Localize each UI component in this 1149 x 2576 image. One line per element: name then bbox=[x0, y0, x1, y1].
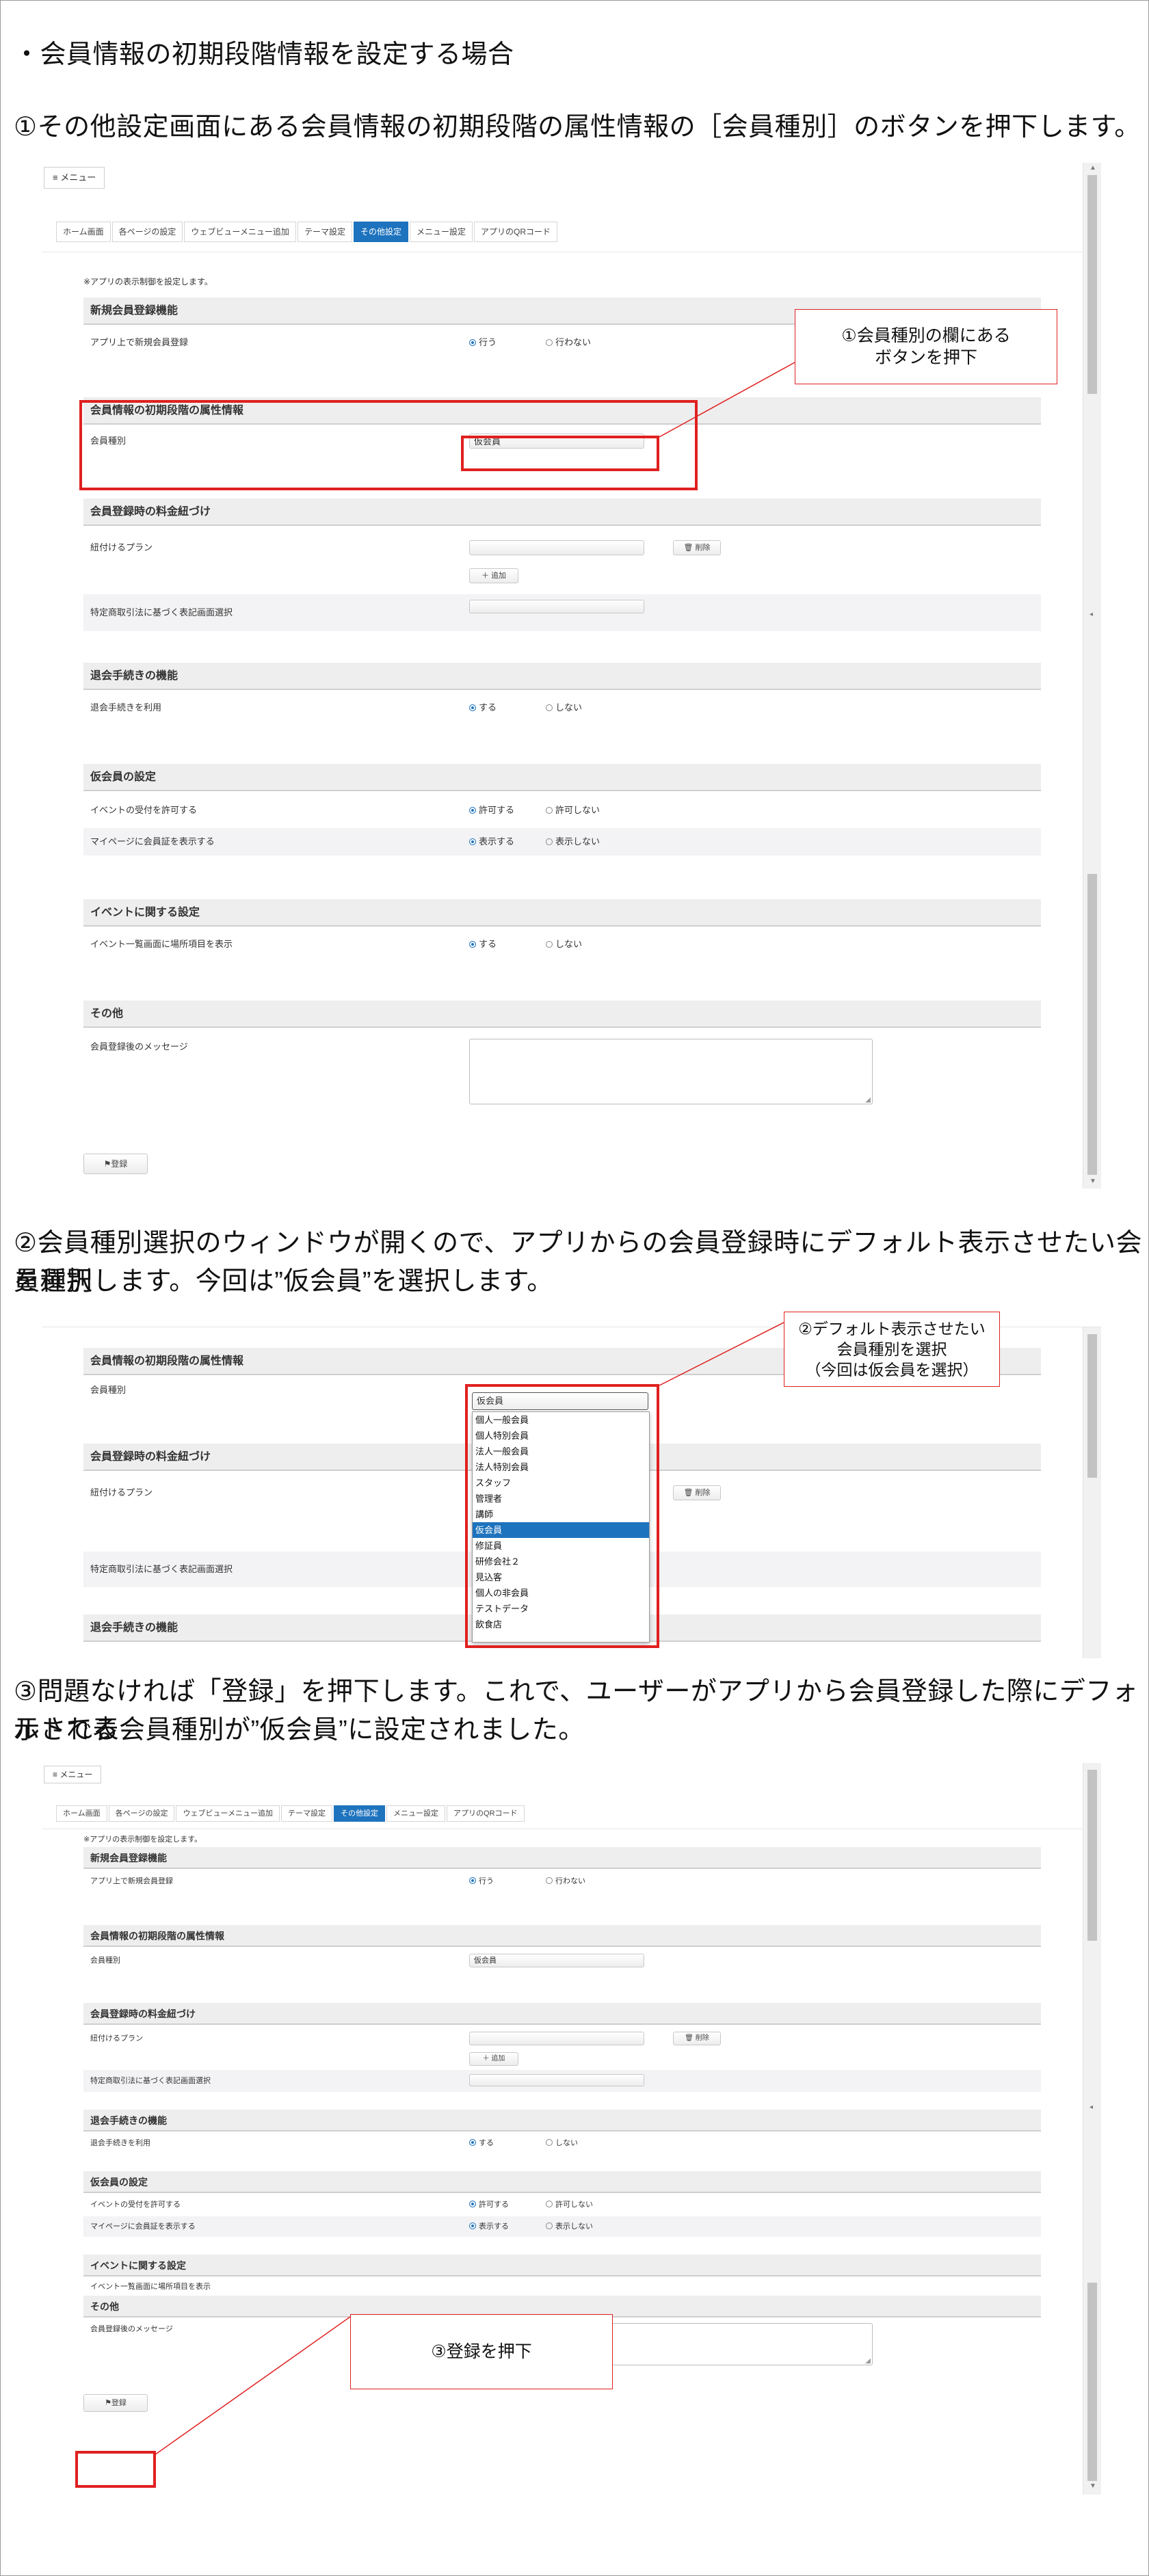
connector-2 bbox=[659, 1322, 784, 1386]
connector-1 bbox=[659, 362, 795, 438]
callout-connector-lines bbox=[154, 362, 795, 2456]
connector-3 bbox=[154, 2316, 351, 2456]
